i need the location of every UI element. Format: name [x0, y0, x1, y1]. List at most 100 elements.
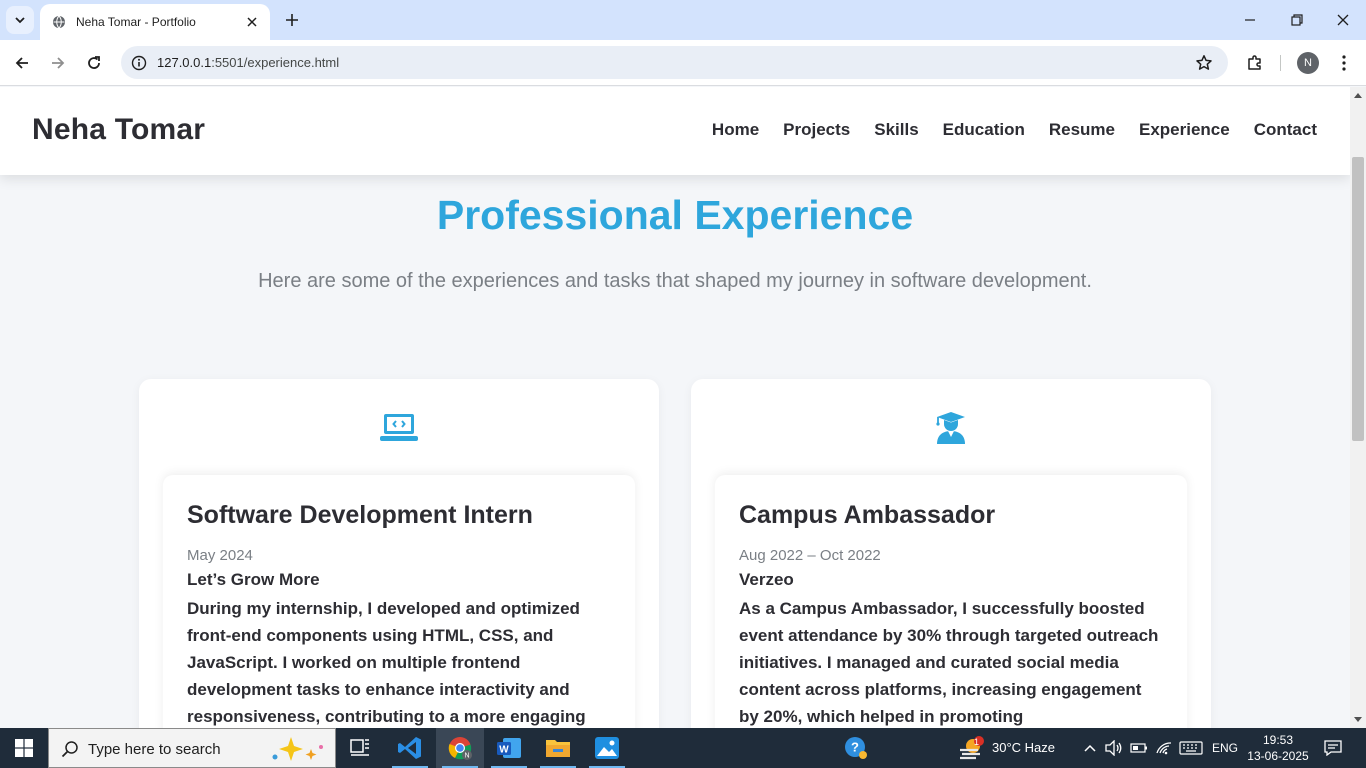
experience-company: Let’s Grow More: [187, 570, 320, 589]
task-view-icon: [350, 739, 369, 756]
notifications-icon[interactable]: [1320, 728, 1346, 768]
close-icon: [1337, 14, 1349, 26]
battery-icon[interactable]: [1129, 728, 1149, 768]
experience-description: During my internship, I developed and op…: [187, 599, 586, 726]
close-tab-icon[interactable]: [244, 14, 260, 30]
nav-link-home[interactable]: Home: [712, 120, 759, 140]
page-scrollbar[interactable]: [1350, 87, 1366, 728]
start-button[interactable]: [0, 728, 48, 768]
laptop-code-icon: [379, 411, 419, 445]
arrow-left-icon: [15, 57, 28, 69]
address-bar[interactable]: 127.0.0.1:5501/experience.html: [121, 46, 1228, 79]
weather-badge: 1: [974, 737, 980, 747]
taskbar-app-file-explorer[interactable]: [534, 728, 582, 768]
taskbar-app-photos[interactable]: [583, 728, 631, 768]
keyboard-icon[interactable]: [1178, 728, 1204, 768]
weather-text[interactable]: 30°C Haze: [992, 740, 1055, 755]
new-tab-button[interactable]: [282, 10, 302, 30]
page-title: Professional Experience: [436, 192, 914, 238]
plus-icon: [286, 14, 298, 26]
graduate-icon: [931, 411, 971, 445]
scroll-up-icon[interactable]: [1354, 91, 1362, 99]
svg-text:W: W: [499, 745, 509, 756]
kebab-menu-icon: [1342, 55, 1346, 71]
site-nav: Home Projects Skills Education Resume Ex…: [712, 120, 1317, 140]
experience-card-body: Software Development Intern May 2024 Let…: [163, 475, 635, 728]
profile-avatar[interactable]: N: [1297, 52, 1319, 74]
windows-logo-icon: [15, 739, 33, 757]
folder-icon: [546, 740, 570, 757]
sparkle-decoration-icon: [272, 737, 323, 761]
extensions-button[interactable]: [1243, 51, 1267, 75]
experience-date: Aug 2022 – Oct 2022: [739, 547, 881, 564]
help-tray-icon[interactable]: ?: [842, 728, 870, 768]
chrome-icon: N: [448, 737, 472, 760]
experience-card: Campus Ambassador Aug 2022 – Oct 2022 Ve…: [691, 379, 1211, 728]
nav-link-skills[interactable]: Skills: [874, 120, 918, 140]
experience-description: As a Campus Ambassador, I successfully b…: [739, 599, 1159, 726]
windows-taskbar: Type here to search N W ? 1 30°C Haze EN…: [0, 728, 1366, 768]
clock-date: 13-06-2025: [1247, 749, 1309, 763]
page-subtitle: Here are some of the experiences and tas…: [258, 270, 1092, 292]
url-text: 127.0.0.1:5501/experience.html: [157, 55, 340, 70]
chevron-up-icon: [1084, 744, 1096, 752]
arrow-right-icon: [52, 57, 65, 69]
taskbar-app-chrome[interactable]: N: [436, 728, 484, 768]
puzzle-icon: [1248, 55, 1261, 70]
browser-tab-active[interactable]: Neha Tomar - Portfolio: [40, 4, 270, 40]
minimize-button[interactable]: [1238, 8, 1262, 32]
tab-search-button[interactable]: [6, 6, 34, 34]
experience-card: Software Development Intern May 2024 Let…: [139, 379, 659, 728]
show-hidden-icons-button[interactable]: [1080, 728, 1100, 768]
weather-icon[interactable]: [956, 728, 988, 768]
taskbar-app-word[interactable]: W: [485, 728, 533, 768]
nav-link-projects[interactable]: Projects: [783, 120, 850, 140]
search-placeholder: Type here to search: [88, 741, 221, 758]
reload-icon: [88, 56, 100, 69]
vscode-icon: [398, 737, 421, 759]
minimize-icon: [1245, 19, 1255, 21]
scrollbar-thumb[interactable]: [1352, 157, 1364, 441]
bookmark-star-icon[interactable]: [1194, 53, 1214, 73]
nav-link-contact[interactable]: Contact: [1254, 120, 1317, 140]
search-icon: [61, 740, 79, 758]
taskbar-clock[interactable]: 19:53 13-06-2025: [1246, 732, 1310, 764]
experience-role: Campus Ambassador: [739, 501, 996, 529]
experience-role: Software Development Intern: [187, 501, 533, 529]
restore-button[interactable]: [1285, 8, 1309, 32]
wifi-icon[interactable]: [1154, 728, 1174, 768]
clock-time: 19:53: [1262, 733, 1294, 747]
photos-icon: [595, 737, 619, 759]
svg-text:?: ?: [851, 740, 859, 755]
svg-text:N: N: [464, 753, 469, 760]
page-viewport: Neha Tomar Home Projects Skills Educatio…: [0, 87, 1350, 728]
nav-link-resume[interactable]: Resume: [1049, 120, 1115, 140]
experience-company: Verzeo: [739, 570, 794, 589]
task-view-button[interactable]: [336, 728, 384, 768]
reload-button[interactable]: [82, 51, 106, 75]
chevron-down-icon: [15, 17, 25, 24]
close-window-button[interactable]: [1331, 8, 1355, 32]
site-brand[interactable]: Neha Tomar: [32, 113, 205, 147]
browser-menu-button[interactable]: [1332, 51, 1356, 75]
site-info-icon[interactable]: [129, 53, 149, 73]
tab-title: Neha Tomar - Portfolio: [76, 15, 196, 29]
scroll-down-icon[interactable]: [1354, 716, 1362, 724]
taskbar-search[interactable]: Type here to search: [48, 728, 336, 768]
browser-toolbar: 127.0.0.1:5501/experience.html N: [0, 40, 1366, 86]
experience-card-body: Campus Ambassador Aug 2022 – Oct 2022 Ve…: [715, 475, 1187, 728]
nav-link-experience[interactable]: Experience: [1139, 120, 1230, 140]
back-button[interactable]: [10, 51, 34, 75]
input-language[interactable]: ENG: [1212, 741, 1238, 755]
restore-icon: [1291, 14, 1303, 26]
browser-tabstrip: Neha Tomar - Portfolio: [0, 0, 1366, 40]
site-header: Neha Tomar Home Projects Skills Educatio…: [0, 87, 1350, 175]
word-icon: W: [497, 738, 521, 758]
taskbar-app-vscode[interactable]: [386, 728, 434, 768]
nav-link-education[interactable]: Education: [943, 120, 1025, 140]
experience-date: May 2024: [187, 547, 253, 564]
globe-icon: [52, 15, 66, 29]
toolbar-separator: [1280, 55, 1281, 71]
forward-button[interactable]: [46, 51, 70, 75]
volume-icon[interactable]: [1104, 728, 1124, 768]
